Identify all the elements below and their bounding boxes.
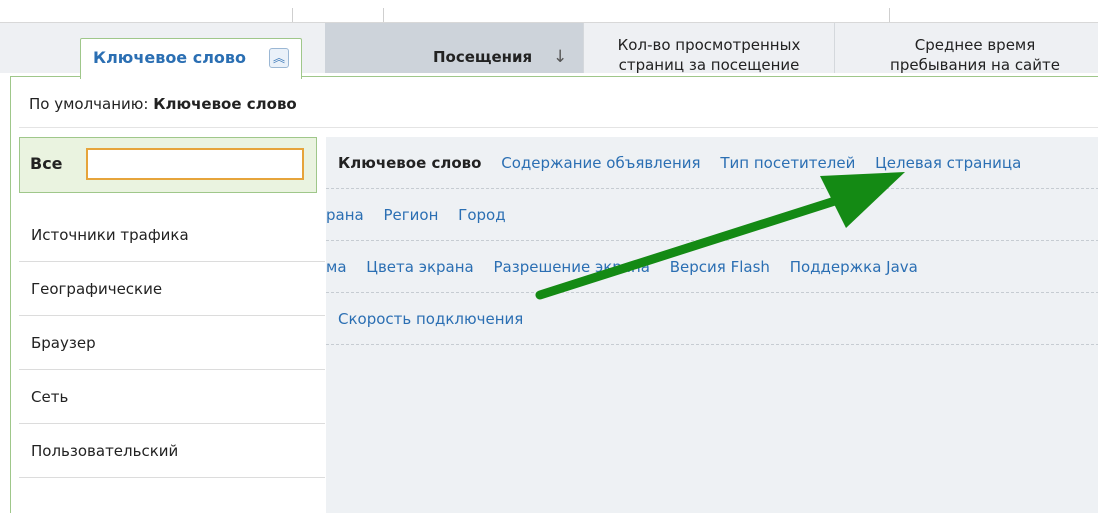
table-header: Посещения ↓ Кол-во просмотренных страниц… <box>0 0 1098 79</box>
option-flash-version[interactable]: Версия Flash <box>670 241 770 292</box>
menu-item-network[interactable]: Сеть <box>19 371 325 424</box>
header-divider <box>292 8 293 22</box>
divider <box>19 127 1098 128</box>
menu-all-label: Все <box>30 154 63 173</box>
option-ad-content[interactable]: Содержание объявления <box>501 137 700 188</box>
option-java-support[interactable]: Поддержка Java <box>790 241 918 292</box>
option-country[interactable]: рана <box>326 189 364 240</box>
keyword-tab-label: Ключевое слово <box>93 48 247 67</box>
option-region[interactable]: Регион <box>384 189 439 240</box>
dimension-category-menu: Все Источники трафика Географические Бра… <box>11 137 326 513</box>
option-screen-resolution[interactable]: Разрешение экрана <box>494 241 650 292</box>
header-visits-label: Посещения <box>433 48 533 66</box>
header-cell-time[interactable]: Среднее время пребывания на сайте <box>835 23 1098 74</box>
options-row-traffic: Ключевое слово Содержание объявления Тип… <box>326 137 1098 189</box>
header-divider <box>383 8 384 22</box>
option-city[interactable]: Город <box>458 189 505 240</box>
header-divider <box>889 8 890 22</box>
menu-item-all[interactable]: Все <box>19 137 317 193</box>
default-prefix: По умолчанию: <box>29 95 149 113</box>
options-row-browser: ма Цвета экрана Разрешение экрана Версия… <box>326 241 1098 293</box>
option-keyword[interactable]: Ключевое слово <box>338 137 481 188</box>
menu-item-custom[interactable]: Пользовательский <box>19 425 325 478</box>
option-landing-page[interactable]: Целевая страница <box>875 137 1021 188</box>
dimension-popup: По умолчанию: Ключевое слово Все Источни… <box>10 76 1098 513</box>
default-dimension: По умолчанию: Ключевое слово <box>29 95 297 113</box>
arrow-down-icon: ↓ <box>553 47 568 67</box>
options-row-geo: рана Регион Город <box>326 189 1098 241</box>
default-value: Ключевое слово <box>153 95 297 113</box>
header-cell-pages[interactable]: Кол-во просмотренных страниц за посещени… <box>584 23 835 74</box>
dimension-options-panel: Ключевое слово Содержание объявления Тип… <box>326 137 1098 513</box>
header-time-label: Среднее время пребывания на сайте <box>890 36 1060 74</box>
option-connection-speed[interactable]: Скорость подключения <box>338 293 523 344</box>
menu-item-geographic[interactable]: Географические <box>19 263 325 316</box>
chevron-double-up-icon[interactable]: ︽ <box>269 48 289 68</box>
menu-item-traffic-sources[interactable]: Источники трафика <box>19 209 325 262</box>
option-os[interactable]: ма <box>326 241 347 292</box>
dimension-search-input[interactable] <box>86 148 304 180</box>
option-visitor-type[interactable]: Тип посетителей <box>720 137 855 188</box>
menu-item-browser[interactable]: Браузер <box>19 317 325 370</box>
header-cell-visits[interactable]: Посещения ↓ <box>325 23 584 73</box>
keyword-dimension-tab[interactable]: Ключевое слово ︽ <box>80 38 302 79</box>
options-row-network: Скорость подключения <box>326 293 1098 345</box>
option-screen-colors[interactable]: Цвета экрана <box>366 241 473 292</box>
header-pages-label: Кол-во просмотренных страниц за посещени… <box>617 36 801 74</box>
